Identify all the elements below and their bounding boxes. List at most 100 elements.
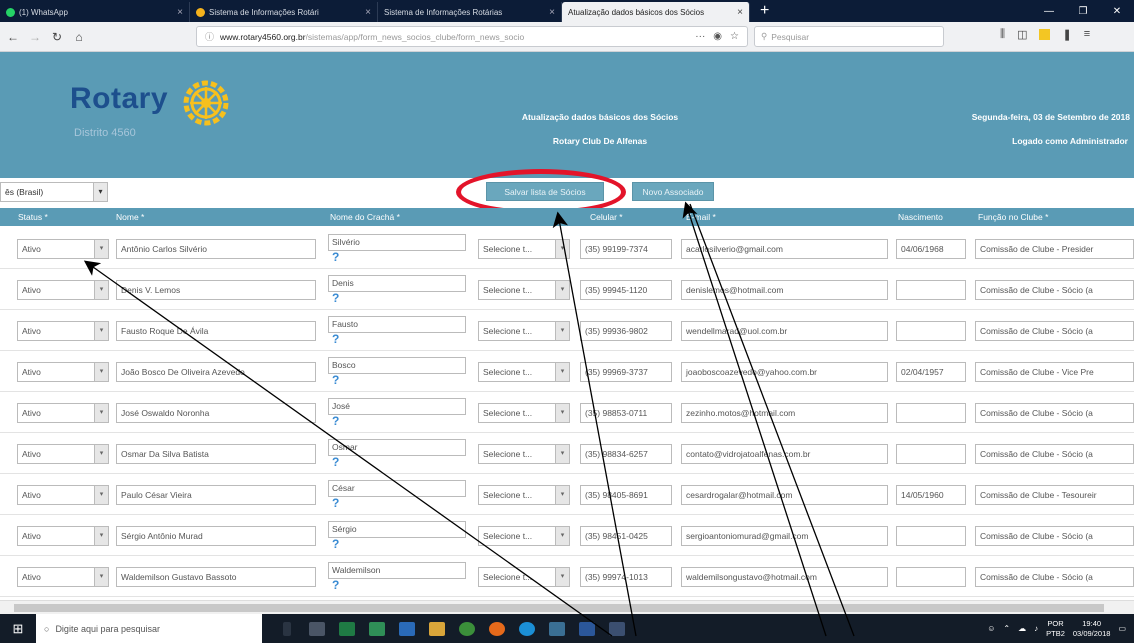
help-icon[interactable]: ? — [332, 414, 339, 428]
close-icon[interactable]: × — [365, 7, 371, 18]
email-input[interactable]: wendellmarad@uol.com.br — [681, 321, 888, 341]
help-icon[interactable]: ? — [332, 496, 339, 510]
app-icon[interactable] — [602, 614, 632, 643]
close-icon[interactable]: × — [177, 7, 183, 18]
tab-whatsapp[interactable]: (1) WhatsApp × — [0, 2, 190, 22]
chevron-down-icon[interactable]: ▾ — [555, 486, 569, 504]
gender-select[interactable]: Selecione t... ▾ — [478, 321, 570, 341]
chevron-down-icon[interactable]: ▾ — [94, 322, 108, 340]
birthdate-input[interactable]: 02/04/1957 — [896, 362, 966, 382]
chevron-down-icon[interactable]: ▾ — [94, 281, 108, 299]
chevron-down-icon[interactable]: ▾ — [555, 568, 569, 586]
club-role-input[interactable]: Comissão de Clube - Presider — [975, 239, 1134, 259]
chevron-down-icon[interactable]: ▾ — [555, 404, 569, 422]
maximize-icon[interactable]: ❐ — [1066, 6, 1100, 17]
club-role-input[interactable]: Comissão de Clube - Sócio (a — [975, 444, 1134, 464]
chevron-down-icon[interactable]: ▾ — [94, 404, 108, 422]
phone-input[interactable]: (35) 98834-6257 — [580, 444, 672, 464]
club-role-input[interactable]: Comissão de Clube - Sócio (a — [975, 567, 1134, 587]
phone-input[interactable]: (35) 98451-0425 — [580, 526, 672, 546]
help-icon[interactable]: ? — [332, 250, 339, 264]
chevron-down-icon[interactable]: ▾ — [94, 486, 108, 504]
name-input[interactable]: Paulo César Vieira — [116, 485, 316, 505]
birthdate-input[interactable] — [896, 567, 966, 587]
extension-icon[interactable] — [1039, 29, 1051, 40]
email-input[interactable]: cesardrogalar@hotmail.com — [681, 485, 888, 505]
birthdate-input[interactable]: 14/05/1960 — [896, 485, 966, 505]
name-input[interactable]: José Oswaldo Noronha — [116, 403, 316, 423]
help-icon[interactable]: ? — [332, 332, 339, 346]
birthdate-input[interactable]: 04/06/1968 — [896, 239, 966, 259]
close-icon[interactable]: × — [737, 7, 743, 18]
name-input[interactable]: Antônio Carlos Silvério — [116, 239, 316, 259]
club-role-input[interactable]: Comissão de Clube - Vice Pre — [975, 362, 1134, 382]
phone-input[interactable]: (35) 99199-7374 — [580, 239, 672, 259]
gender-select[interactable]: Selecione t... ▾ — [478, 444, 570, 464]
badge-name-input[interactable]: César — [328, 480, 466, 497]
name-input[interactable]: João Bosco De Oliveira Azevedo — [116, 362, 316, 382]
status-select[interactable]: Ativo ▾ — [17, 567, 109, 587]
network-icon[interactable]: ☁ — [1018, 624, 1026, 633]
club-role-input[interactable]: Comissão de Clube - Sócio (a — [975, 526, 1134, 546]
email-input[interactable]: sergioantoniomurad@gmail.com — [681, 526, 888, 546]
birthdate-input[interactable] — [896, 526, 966, 546]
mic-icon[interactable] — [272, 614, 302, 643]
firefox-icon[interactable] — [482, 614, 512, 643]
gender-select[interactable]: Selecione t... ▾ — [478, 403, 570, 423]
birthdate-input[interactable] — [896, 403, 966, 423]
chevron-down-icon[interactable]: ▾ — [555, 363, 569, 381]
close-icon[interactable]: × — [549, 7, 555, 18]
browser-search-box[interactable]: ⚲ Pesquisar — [754, 26, 944, 47]
status-select[interactable]: Ativo ▾ — [17, 362, 109, 382]
name-input[interactable]: Waldemilson Gustavo Bassoto — [116, 567, 316, 587]
forward-icon[interactable]: → — [26, 28, 44, 46]
phone-input[interactable]: (35) 98853-0711 — [580, 403, 672, 423]
phone-input[interactable]: (35) 99974-1013 — [580, 567, 672, 587]
email-input[interactable]: waldemilsongustavo@hotmail.com — [681, 567, 888, 587]
email-input[interactable]: denislemos@hotmail.com — [681, 280, 888, 300]
status-select[interactable]: Ativo ▾ — [17, 485, 109, 505]
name-input[interactable]: Osmar Da Silva Batista — [116, 444, 316, 464]
help-icon[interactable]: ? — [332, 373, 339, 387]
info-icon[interactable]: ⓘ — [205, 30, 214, 43]
birthdate-input[interactable] — [896, 444, 966, 464]
status-select[interactable]: Ativo ▾ — [17, 444, 109, 464]
chrome-icon[interactable] — [452, 614, 482, 643]
status-select[interactable]: Ativo ▾ — [17, 280, 109, 300]
badge-name-input[interactable]: Silvério — [328, 234, 466, 251]
back-icon[interactable]: ← — [4, 28, 22, 46]
chevron-down-icon[interactable]: ▾ — [94, 445, 108, 463]
badge-name-input[interactable]: Waldemilson — [328, 562, 466, 579]
volume-icon[interactable]: ♪ — [1034, 624, 1038, 633]
help-icon[interactable]: ? — [332, 578, 339, 592]
gender-select[interactable]: Selecione t... ▾ — [478, 280, 570, 300]
reload-icon[interactable]: ↻ — [48, 28, 66, 46]
horizontal-scrollbar[interactable] — [0, 600, 1134, 614]
status-select[interactable]: Ativo ▾ — [17, 239, 109, 259]
badge-name-input[interactable]: Bosco — [328, 357, 466, 374]
gender-select[interactable]: Selecione t... ▾ — [478, 239, 570, 259]
page-actions-icon[interactable]: ··· — [695, 31, 705, 42]
help-icon[interactable]: ? — [332, 537, 339, 551]
chevron-down-icon[interactable]: ▾ — [555, 445, 569, 463]
minimize-icon[interactable]: — — [1032, 6, 1066, 17]
chevron-down-icon[interactable]: ▾ — [555, 322, 569, 340]
excel-icon[interactable] — [332, 614, 362, 643]
people-icon[interactable]: ☺ — [987, 624, 995, 633]
status-select[interactable]: Ativo ▾ — [17, 526, 109, 546]
chevron-down-icon[interactable]: ▾ — [94, 363, 108, 381]
tab-atualizacao[interactable]: Atualização dados básicos dos Sócios × — [562, 2, 750, 22]
chevron-down-icon[interactable]: ▾ — [94, 527, 108, 545]
email-input[interactable]: acarlosilverio@gmail.com — [681, 239, 888, 259]
badge-name-input[interactable]: José — [328, 398, 466, 415]
chevron-down-icon[interactable]: ▾ — [94, 568, 108, 586]
photos-icon[interactable] — [422, 614, 452, 643]
outlook-icon[interactable] — [392, 614, 422, 643]
scrollbar-thumb[interactable] — [14, 604, 1104, 612]
network-app-icon[interactable] — [542, 614, 572, 643]
word-icon[interactable] — [572, 614, 602, 643]
bookmark-star-icon[interactable]: ☆ — [730, 31, 739, 42]
notifications-icon[interactable]: ▭ — [1118, 624, 1126, 633]
skype-icon[interactable] — [512, 614, 542, 643]
chevron-down-icon[interactable]: ▾ — [94, 240, 108, 258]
